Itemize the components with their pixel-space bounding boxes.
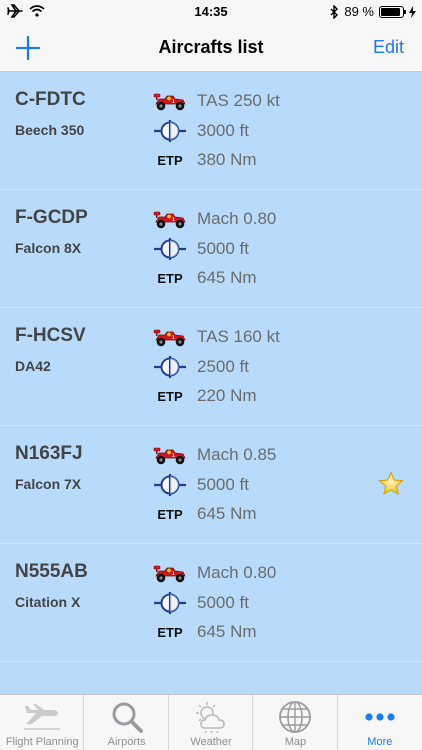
tab-weather[interactable]: Weather [169,695,254,750]
more-icon [360,700,400,734]
favorite-star-icon[interactable] [378,471,404,497]
altitude-icon [153,236,187,262]
tab-label: Weather [190,736,232,748]
aircraft-list: C-FDTC Beech 350 1 TAS 250 kt 3000 ft ET… [0,72,422,694]
bluetooth-icon [330,4,339,19]
aircraft-registration: C-FDTC [15,89,86,110]
etp-label: ETP [157,506,183,522]
speed-line: 1 Mach 0.85 [153,442,276,468]
altitude-line: 5000 ft [153,236,249,262]
airplane-icon [22,700,62,734]
altitude-value: 5000 ft [197,239,249,258]
tab-flight-planning[interactable]: Flight Planning [0,695,85,750]
altitude-icon [153,472,187,498]
speed-value: TAS 250 kt [197,91,280,110]
racecar-icon: 1 [153,560,187,586]
etp-line: ETP 645 Nm [153,501,257,527]
aircraft-model: DA42 [15,358,51,374]
search-icon [107,700,147,734]
racecar-icon: 1 [153,324,187,350]
weather-icon [191,700,231,734]
tab-label: Flight Planning [5,736,79,748]
tab-label: Airports [107,736,146,748]
speed-value: Mach 0.85 [197,445,277,464]
etp-label: ETP [157,388,183,404]
speed-line: 1 TAS 250 kt [153,88,280,114]
tab-more[interactable]: More [338,695,422,750]
battery-percent: 89 % [344,4,374,19]
altitude-line: 3000 ft [153,118,249,144]
aircraft-row[interactable]: F-GCDP Falcon 8X 1 Mach 0.80 5000 ft ETP… [0,190,422,308]
aircraft-row[interactable]: C-FDTC Beech 350 1 TAS 250 kt 3000 ft ET… [0,72,422,190]
altitude-value: 2500 ft [197,357,249,376]
speed-value: TAS 160 kt [197,327,280,346]
tab-label: More [367,736,393,748]
aircraft-model: Beech 350 [15,122,85,138]
speed-value: Mach 0.80 [197,563,277,582]
tab-airports[interactable]: Airports [84,695,169,750]
svg-text:1: 1 [172,335,175,340]
altitude-icon [153,590,187,616]
svg-text:1: 1 [172,99,175,104]
etp-label: ETP [157,152,183,168]
altitude-line: 2500 ft [153,354,249,380]
etp-line: ETP 645 Nm [153,619,257,645]
etp-line: ETP 645 Nm [153,265,257,291]
svg-text:1: 1 [172,217,175,222]
altitude-icon [153,118,187,144]
aircraft-row[interactable]: F-HCSV DA42 1 TAS 160 kt 2500 ft ETP 220… [0,308,422,426]
aircraft-model: Falcon 7X [15,476,82,492]
etp-value: 645 Nm [197,268,257,287]
battery-icon [379,5,406,18]
racecar-icon: 1 [153,206,187,232]
etp-line: ETP 380 Nm [153,147,257,173]
racecar-icon: 1 [153,442,187,468]
charging-icon [409,5,416,18]
altitude-value: 3000 ft [197,121,249,140]
altitude-icon [153,354,187,380]
etp-label: ETP [157,270,183,286]
navigation-bar: Aircrafts list Edit [0,24,422,72]
battery-level [381,7,400,16]
etp-label: ETP [157,624,183,640]
svg-text:1: 1 [172,571,175,576]
aircraft-model: Citation X [15,594,81,610]
page-title: Aircrafts list [158,37,264,57]
altitude-value: 5000 ft [197,475,249,494]
aircraft-registration: N555AB [15,561,88,582]
edit-button[interactable]: Edit [373,37,404,58]
status-right: 89 % [330,4,416,19]
aircraft-registration: F-GCDP [15,207,88,228]
tab-bar: Flight Planning Airports Weather Map Mor… [0,694,422,750]
etp-line: ETP 220 Nm [153,383,257,409]
svg-text:1: 1 [172,453,175,458]
racecar-icon: 1 [153,88,187,114]
altitude-line: 5000 ft [153,472,249,498]
etp-value: 645 Nm [197,622,257,641]
aircraft-row[interactable]: N555AB Citation X 1 Mach 0.80 5000 ft ET… [0,544,422,662]
tab-label: Map [284,736,307,748]
etp-value: 220 Nm [197,386,257,405]
altitude-value: 5000 ft [197,593,249,612]
speed-line: 1 TAS 160 kt [153,324,280,350]
speed-line: 1 Mach 0.80 [153,560,276,586]
aircraft-registration: N163FJ [15,443,83,464]
speed-value: Mach 0.80 [197,209,277,228]
etp-value: 645 Nm [197,504,257,523]
altitude-line: 5000 ft [153,590,249,616]
aircraft-registration: F-HCSV [15,325,86,346]
globe-icon [275,700,315,734]
aircraft-model: Falcon 8X [15,240,82,256]
aircraft-row[interactable]: N163FJ Falcon 7X 1 Mach 0.85 5000 ft ETP… [0,426,422,544]
etp-value: 380 Nm [197,150,257,169]
status-bar: 14:35 89 % [0,0,422,24]
tab-map[interactable]: Map [253,695,338,750]
speed-line: 1 Mach 0.80 [153,206,276,232]
